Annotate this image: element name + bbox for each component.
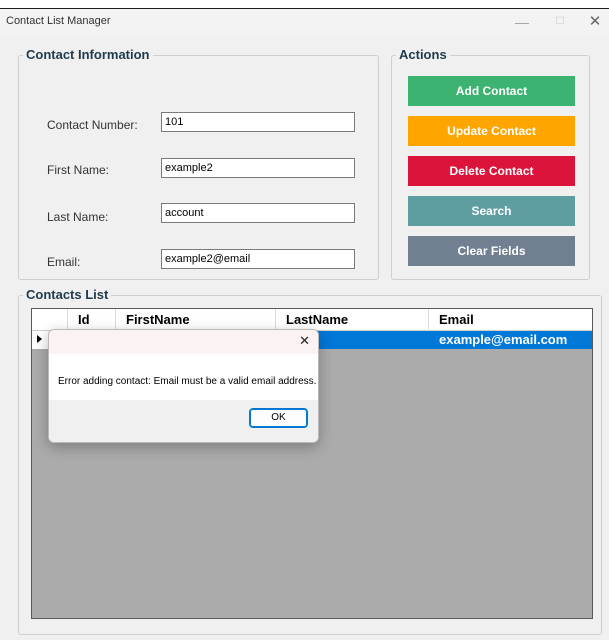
column-header-lastname[interactable]: LastName <box>276 309 429 331</box>
ok-button[interactable]: OK <box>249 408 308 428</box>
column-header-firstname[interactable]: FirstName <box>116 309 276 331</box>
dialog-title-bar: ✕ <box>49 330 318 354</box>
top-edge <box>0 0 609 9</box>
delete-contact-button[interactable]: Delete Contact <box>408 156 575 186</box>
contact-number-input[interactable] <box>161 112 355 132</box>
close-icon[interactable]: ✕ <box>581 12 609 32</box>
cell-email[interactable]: example@email.com <box>429 331 592 349</box>
clear-fields-button[interactable]: Clear Fields <box>408 236 575 266</box>
window-title: Contact List Manager <box>6 15 111 27</box>
last-name-label: Last Name: <box>47 210 109 224</box>
column-header-id[interactable]: Id <box>68 309 116 331</box>
contact-information-group: Contact Information Contact Number: Firs… <box>18 47 379 280</box>
actions-title: Actions <box>396 47 450 62</box>
dialog-close-icon[interactable]: ✕ <box>299 333 310 349</box>
error-dialog: ✕ Error adding contact: Email must be a … <box>48 329 319 443</box>
grid-header: Id FirstName LastName Email <box>32 309 592 331</box>
update-contact-button[interactable]: Update Contact <box>408 116 575 146</box>
column-header-email[interactable]: Email <box>429 309 592 331</box>
email-input[interactable] <box>161 249 355 269</box>
first-name-input[interactable] <box>161 158 355 178</box>
minimize-icon[interactable]: — <box>508 12 536 32</box>
title-bar: Contact List Manager — ☐ ✕ <box>0 9 609 37</box>
first-name-label: First Name: <box>47 163 110 177</box>
search-button[interactable]: Search <box>408 196 575 226</box>
grid-header-corner <box>32 309 68 331</box>
actions-group: Actions Add Contact Update Contact Delet… <box>391 47 590 280</box>
contact-number-label: Contact Number: <box>47 118 138 132</box>
row-selector-arrow-icon <box>37 335 42 343</box>
last-name-input[interactable] <box>161 203 355 223</box>
dialog-message: Error adding contact: Email must be a va… <box>58 376 317 387</box>
contacts-list-title: Contacts List <box>23 287 112 302</box>
dialog-footer: OK <box>49 400 318 442</box>
add-contact-button[interactable]: Add Contact <box>408 76 575 106</box>
contact-information-title: Contact Information <box>23 47 153 62</box>
maximize-icon[interactable]: ☐ <box>546 12 574 32</box>
email-label: Email: <box>47 255 81 269</box>
